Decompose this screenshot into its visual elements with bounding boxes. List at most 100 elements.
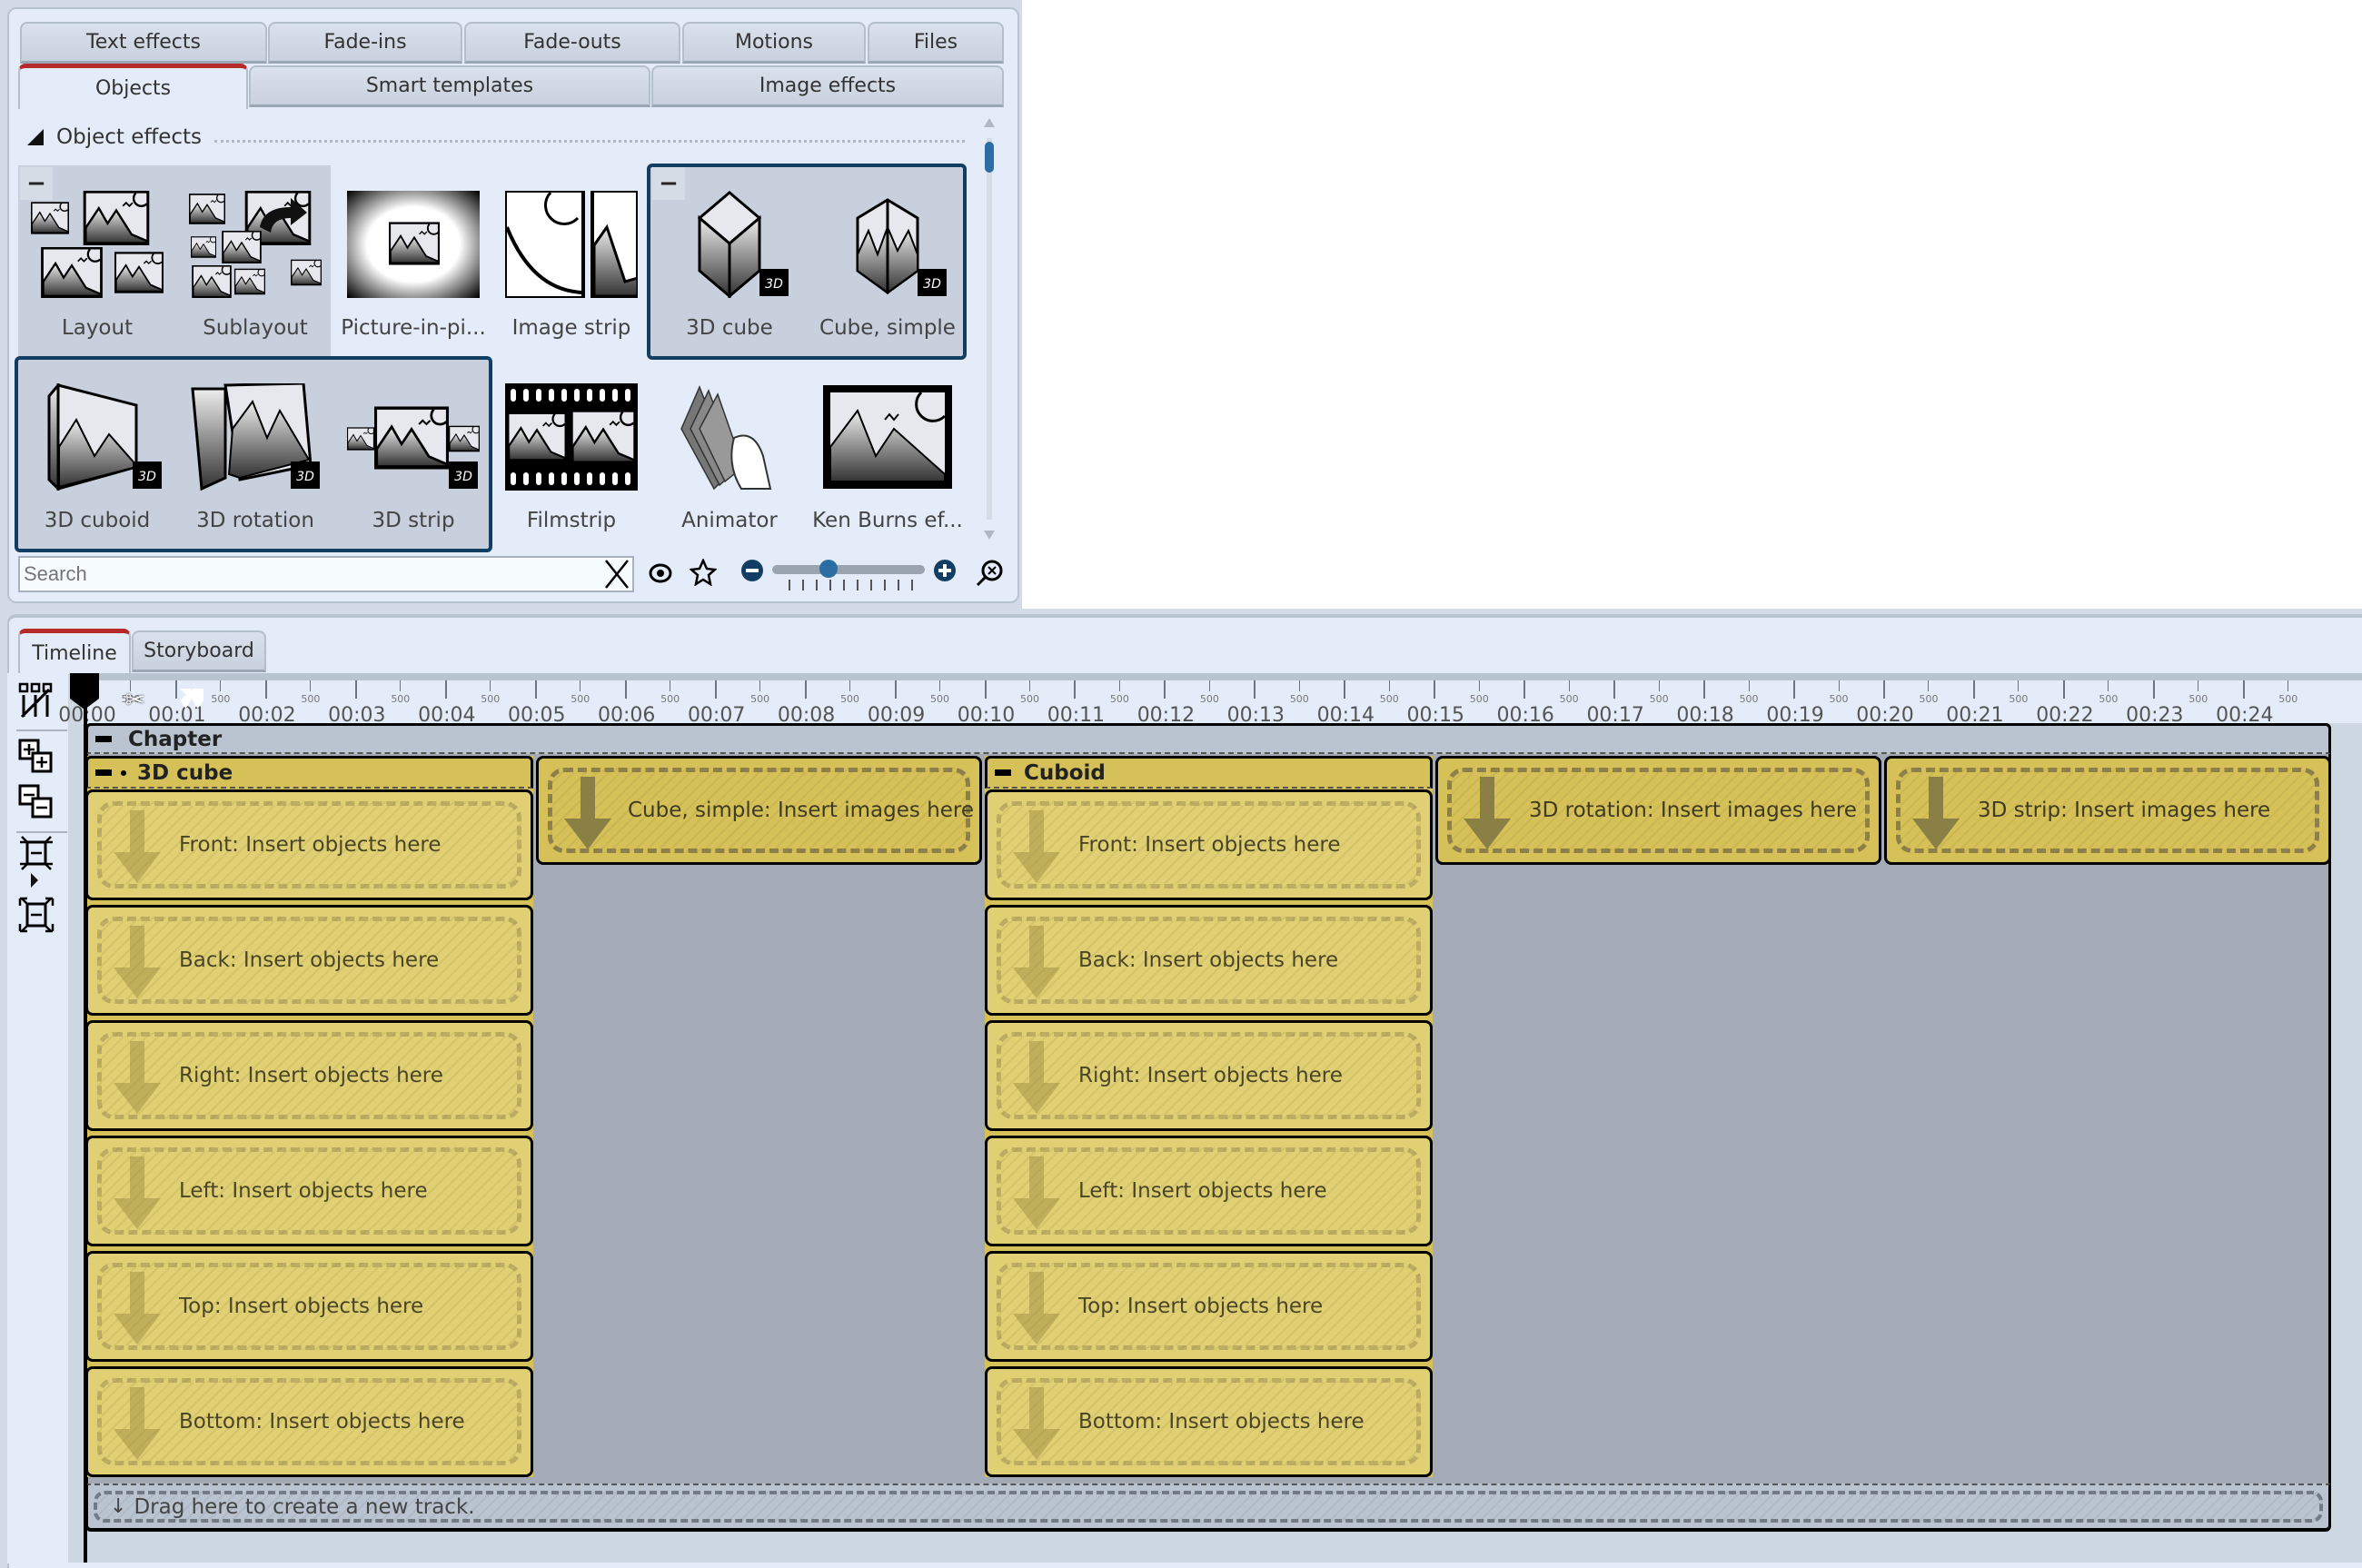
tile-animator[interactable]: Animator [650, 358, 809, 549]
ruler-tick [1523, 680, 1526, 699]
tile-label: Sublayout [203, 316, 308, 340]
tile-label: Ken Burns ef... [812, 509, 963, 532]
cube-block-header[interactable]: 3D cube [85, 756, 533, 789]
fit-height-icon[interactable] [16, 833, 56, 873]
ruler-sublabel: 500 [391, 693, 411, 705]
tile-3d-strip[interactable]: 3D 3D strip [334, 358, 492, 549]
tab-fade-ins[interactable]: Fade-ins [268, 22, 462, 64]
collapse-all-icon[interactable] [16, 782, 56, 822]
tab-image-effects[interactable]: Image effects [651, 65, 1004, 107]
insert-arrow-icon [114, 810, 161, 883]
expand-arrow-icon[interactable] [31, 873, 38, 888]
zoom-fit-icon[interactable] [972, 556, 1007, 590]
tile-label: 3D strip [372, 509, 455, 532]
tab-text-effects[interactable]: Text effects [20, 22, 267, 64]
face-drop-zone[interactable]: Front: Insert objects here [85, 789, 533, 900]
collapse-triangle-icon[interactable] [27, 129, 44, 145]
ruler-tick [534, 680, 537, 699]
scissors-icon[interactable]: ✂ [125, 687, 145, 714]
ruler-sublabel: 500 [1289, 693, 1309, 705]
face-drop-zone[interactable]: Left: Insert objects here [985, 1136, 1433, 1246]
face-drop-zone[interactable]: Top: Insert objects here [85, 1251, 533, 1362]
clear-search-icon[interactable] [600, 558, 634, 590]
face-drop-zone[interactable]: Bottom: Insert objects here [85, 1366, 533, 1477]
section-header-object-effects[interactable]: Object effects [20, 122, 965, 153]
face-drop-zone[interactable]: Front: Insert objects here [985, 789, 1433, 900]
tab-timeline[interactable]: Timeline [18, 629, 131, 674]
tile-3d-cuboid[interactable]: 3D 3D cuboid [18, 358, 176, 549]
split-tracks-icon[interactable] [16, 680, 56, 720]
scroll-thumb[interactable] [985, 142, 994, 173]
zoom-in-icon[interactable] [932, 558, 958, 583]
search-input[interactable] [18, 556, 634, 592]
tile-picture-in-picture[interactable]: Picture-in-pi... [334, 165, 492, 356]
collapse-icon[interactable] [95, 736, 112, 742]
scroll-up-icon[interactable] [984, 118, 995, 127]
tile-sublayout[interactable]: Sublayout [176, 165, 334, 356]
eye-icon[interactable] [645, 558, 676, 589]
ruler-sublabel: 500 [1199, 693, 1219, 705]
ruler-sublabel: 500 [1019, 693, 1039, 705]
face-drop-zone[interactable]: Top: Insert objects here [985, 1251, 1433, 1362]
tile-layout[interactable]: Layout [18, 165, 176, 356]
ruler-tick [1344, 680, 1346, 699]
expand-all-icon[interactable] [16, 737, 56, 777]
effects-scrollbar[interactable] [981, 114, 997, 541]
face-drop-zone[interactable]: Bottom: Insert objects here [985, 1366, 1433, 1477]
ruler-tick [264, 680, 267, 699]
tab-files[interactable]: Files [868, 22, 1004, 64]
face-drop-zone[interactable]: Back: Insert objects here [985, 905, 1433, 1016]
playhead-line [84, 700, 87, 1563]
ruler-subtick [220, 680, 222, 691]
zoom-out-icon[interactable] [739, 558, 765, 583]
drop-zone-label: Drag here to create a new track. [134, 1494, 475, 1519]
face-drop-zone[interactable]: Right: Insert objects here [85, 1020, 533, 1131]
new-track-drop-zone[interactable]: ↓ Drag here to create a new track. [85, 1484, 2331, 1531]
ruler-tick [714, 680, 717, 699]
zoom-slider[interactable] [772, 560, 925, 578]
tab-fade-outs[interactable]: Fade-outs [464, 22, 680, 64]
collapse-icon[interactable] [995, 769, 1011, 776]
ruler-tick [1972, 680, 1975, 699]
time-ruler[interactable]: 500 00:00 500 00:01 500 00:02 500 00:03 500 00:04… [58, 673, 2362, 727]
ruler-sublabel: 500 [2099, 693, 2119, 705]
tab-motions[interactable]: Motions [682, 22, 866, 64]
tile-label: 3D rotation [196, 509, 314, 532]
ruler-subtick [400, 680, 402, 691]
tile-label: Animator [681, 509, 778, 532]
tile-image-strip[interactable]: Image strip [492, 165, 650, 356]
ruler-sublabel: 500 [840, 693, 860, 705]
face-drop-zone[interactable]: Back: Insert objects here [85, 905, 533, 1016]
drop-zone-label: Top: Insert objects here [179, 1295, 424, 1318]
tile-ken-burns[interactable]: Ken Burns ef... [809, 358, 967, 549]
tile-3d-rotation[interactable]: 3D 3D rotation [176, 358, 334, 549]
cuboid-block-header[interactable]: Cuboid [985, 756, 1433, 789]
drop-zone-label: 3D strip: Insert images here [1978, 799, 2271, 822]
tile-cube-simple[interactable]: 3D Cube, simple [809, 165, 967, 356]
zoom-slider-knob[interactable] [819, 560, 838, 578]
tile-filmstrip[interactable]: Filmstrip [492, 358, 650, 549]
tab-storyboard[interactable]: Storyboard [132, 630, 266, 672]
tab-smart-templates[interactable]: Smart templates [249, 65, 650, 107]
star-icon[interactable] [688, 556, 719, 589]
rotation-drop-zone[interactable]: 3D rotation: Insert images here [1435, 756, 1881, 865]
scroll-down-icon[interactable] [984, 531, 995, 540]
ruler-sublabel: 500 [660, 693, 680, 705]
slider-ticks [789, 580, 925, 590]
insert-arrow-icon [1013, 1156, 1060, 1229]
svg-text:3D: 3D [296, 470, 314, 484]
collapse-icon[interactable] [95, 769, 112, 776]
face-drop-zone[interactable]: Right: Insert objects here [985, 1020, 1433, 1131]
scroll-track[interactable] [987, 138, 992, 520]
strip-drop-zone[interactable]: 3D strip: Insert images here [1884, 756, 2331, 865]
ruler-subtick [1298, 680, 1300, 691]
tile-3d-cube[interactable]: 3D 3D cube [650, 165, 809, 356]
svg-text:3D: 3D [765, 277, 783, 292]
sublayout-icon [189, 191, 322, 298]
chapter-header[interactable]: Chapter [85, 723, 2331, 754]
fit-window-icon[interactable] [16, 895, 56, 935]
tab-objects[interactable]: Objects [18, 64, 248, 109]
face-drop-zone[interactable]: Left: Insert objects here [85, 1136, 533, 1246]
cube-simple-drop-zone[interactable]: Cube, simple: Insert images here [536, 756, 982, 865]
tile-label: 3D cube [686, 316, 773, 340]
